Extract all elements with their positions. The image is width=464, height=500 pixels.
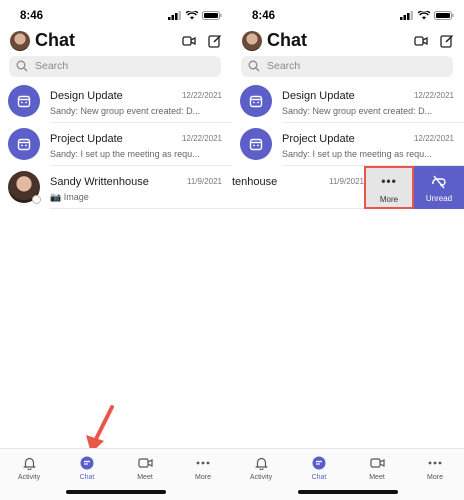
tab-label: Activity [17, 474, 41, 481]
new-chat-icon[interactable] [440, 34, 454, 48]
unread-icon [432, 175, 446, 189]
status-bar: 8:46 [0, 10, 232, 24]
search-input[interactable]: Search [9, 56, 221, 77]
chat-header: Chat [232, 30, 464, 54]
chat-bubble-icon [80, 456, 94, 470]
ellipsis-icon [428, 461, 442, 465]
chat-date: 12/22/2021 [413, 134, 454, 143]
chat-preview: Sandy: New group event created: D... [282, 106, 433, 116]
chat-preview: 📷 Image [50, 192, 89, 202]
calendar-icon [17, 95, 31, 108]
page-title: Chat [35, 30, 75, 50]
tab-activity[interactable]: Activity [232, 455, 290, 481]
user-avatar [8, 171, 41, 204]
wifi-icon [418, 11, 430, 20]
search-icon [16, 60, 28, 72]
bell-icon [254, 457, 268, 470]
chat-name: Design Update [50, 90, 123, 102]
chat-date: 12/22/2021 [413, 91, 454, 100]
calendar-avatar [240, 128, 272, 160]
signal-icon [168, 11, 181, 20]
unread-action-button[interactable]: Unread [414, 166, 464, 209]
wifi-icon [186, 11, 198, 20]
status-time: 8:46 [252, 10, 276, 22]
chat-row-sandy-writtenhouse[interactable]: Sandy Writtenhouse 11/9/2021 📷 Image [8, 166, 232, 209]
tab-meet[interactable]: Meet [116, 455, 174, 481]
video-call-icon[interactable] [414, 34, 428, 48]
search-placeholder: Search [35, 60, 69, 72]
battery-icon [202, 11, 222, 20]
search-icon [248, 60, 260, 72]
tab-meet[interactable]: Meet [348, 455, 406, 481]
tab-label: Meet [137, 474, 153, 481]
tab-more[interactable]: More [174, 455, 232, 481]
profile-avatar[interactable] [10, 31, 30, 51]
chat-name: Project Update [282, 133, 355, 145]
chat-header: Chat [0, 30, 232, 54]
more-action-label: More [379, 195, 399, 204]
chat-row-project-update[interactable]: Project Update 12/22/2021 Sandy: I set u… [8, 123, 232, 166]
chat-date: 12/22/2021 [181, 91, 222, 100]
tab-chat[interactable]: Chat [290, 455, 348, 481]
tab-label: Chat [311, 474, 327, 481]
status-bar: 8:46 [232, 10, 464, 24]
tab-label: Meet [369, 474, 385, 481]
ellipsis-icon: ••• [381, 174, 397, 188]
chat-name: Sandy Writtenhouse [50, 176, 149, 188]
chat-name: Project Update [50, 133, 123, 145]
tab-more[interactable]: More [406, 455, 464, 481]
chat-row-design-update[interactable]: Design Update 12/22/2021 Sandy: New grou… [240, 80, 464, 123]
calendar-avatar [8, 85, 40, 117]
unread-action-label: Unread [425, 194, 453, 203]
chat-list: Design Update 12/22/2021 Sandy: New grou… [232, 80, 464, 209]
presence-indicator [32, 195, 41, 204]
tab-label: More [427, 474, 443, 481]
video-call-icon[interactable] [182, 34, 196, 48]
signal-icon [400, 11, 413, 20]
ellipsis-icon [196, 461, 210, 465]
chat-preview: Sandy: New group event created: D... [50, 106, 201, 116]
calendar-avatar [240, 85, 272, 117]
search-placeholder: Search [267, 60, 301, 72]
tab-label: Activity [249, 474, 273, 481]
chat-list: Design Update 12/22/2021 Sandy: New grou… [0, 80, 232, 209]
page-title: Chat [267, 30, 307, 50]
chat-date: 11/9/2021 [187, 177, 222, 186]
chat-row-project-update[interactable]: Project Update 12/22/2021 Sandy: I set u… [240, 123, 464, 166]
battery-icon [434, 11, 454, 20]
chat-name: Design Update [282, 90, 355, 102]
left-screen: 8:46 Chat Search Design Update 12/22/202… [0, 0, 232, 500]
calendar-icon [17, 138, 31, 151]
search-input[interactable]: Search [241, 56, 453, 77]
right-screen: 8:46 Chat Search Design Update 12/22/202… [232, 0, 464, 500]
chat-preview: Sandy: I set up the meeting as requ... [282, 149, 432, 159]
tab-activity[interactable]: Activity [0, 455, 58, 481]
chat-name: tenhouse [232, 176, 278, 188]
video-icon [137, 458, 153, 468]
chat-row-swiped[interactable]: tenhouse 11/9/2021 ••• More Unread [232, 166, 464, 209]
bell-icon [22, 457, 36, 470]
chat-bubble-icon [312, 456, 326, 470]
tab-label: More [195, 474, 211, 481]
tab-label: Chat [79, 474, 95, 481]
calendar-icon [249, 138, 263, 151]
video-icon [369, 458, 385, 468]
home-indicator [66, 490, 166, 494]
calendar-icon [249, 95, 263, 108]
status-icons [400, 11, 454, 20]
chat-date: 11/9/2021 [329, 177, 364, 186]
chat-preview: Sandy: I set up the meeting as requ... [50, 149, 200, 159]
home-indicator [298, 490, 398, 494]
chat-date: 12/22/2021 [181, 134, 222, 143]
status-icons [168, 11, 222, 20]
more-action-button[interactable]: ••• More [364, 166, 414, 209]
status-time: 8:46 [20, 10, 44, 22]
profile-avatar[interactable] [242, 31, 262, 51]
new-chat-icon[interactable] [208, 34, 222, 48]
calendar-avatar [8, 128, 40, 160]
chat-row-design-update[interactable]: Design Update 12/22/2021 Sandy: New grou… [8, 80, 232, 123]
tab-chat[interactable]: Chat [58, 455, 116, 481]
